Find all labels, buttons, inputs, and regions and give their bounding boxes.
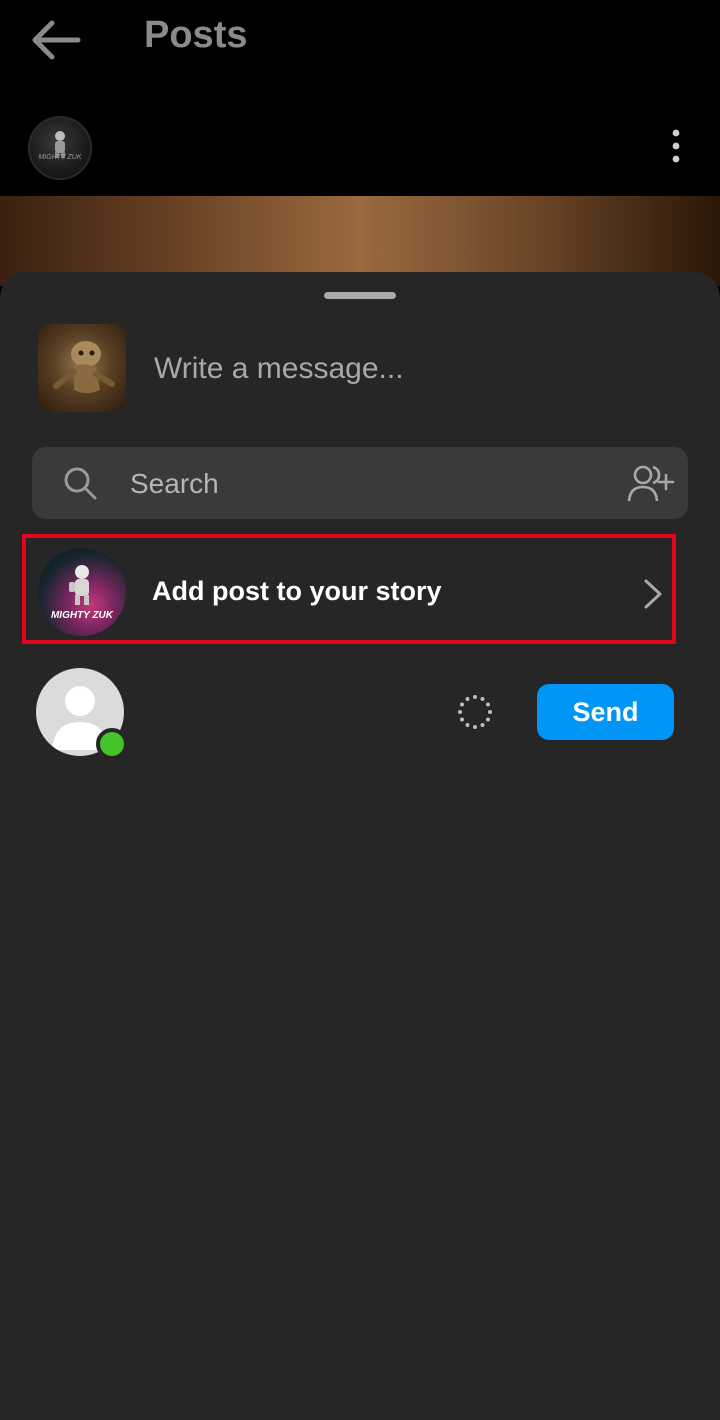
story-avatar: MIGHTY ZUK — [38, 548, 126, 636]
add-people-icon[interactable] — [626, 463, 676, 503]
loading-spinner-icon — [458, 695, 492, 729]
vertical-dots-icon — [672, 129, 680, 163]
message-input[interactable] — [152, 342, 676, 396]
drag-handle[interactable] — [324, 292, 396, 299]
post-header: MIGHTY ZUK — [0, 96, 720, 196]
post-thumbnail — [38, 324, 126, 412]
story-avatar-logo-text: MIGHTY ZUK — [50, 610, 114, 621]
add-to-story-label: Add post to your story — [152, 576, 442, 606]
share-sheet: MIGHTY ZUK Add post to your story Send — [0, 272, 720, 1420]
arrow-left-icon — [32, 20, 81, 60]
add-to-story-row[interactable]: MIGHTY ZUK Add post to your story — [22, 534, 676, 644]
search-input[interactable] — [128, 457, 612, 511]
online-status-dot — [96, 728, 128, 760]
post-avatar-logo-text: MIGHTY ZUK — [38, 154, 82, 161]
astronaut-icon — [55, 131, 65, 158]
send-button[interactable]: Send — [537, 684, 674, 740]
back-button[interactable] — [28, 16, 84, 64]
page-title: Posts — [144, 14, 248, 56]
search-icon — [64, 467, 97, 500]
search-bar[interactable] — [32, 447, 688, 519]
groot-figure-icon — [53, 341, 115, 393]
chevron-right-icon — [644, 579, 662, 609]
post-author-avatar[interactable]: MIGHTY ZUK — [28, 116, 92, 180]
top-bar: Posts — [0, 0, 720, 80]
astronaut-icon — [69, 565, 89, 605]
more-options-button[interactable] — [660, 126, 692, 166]
